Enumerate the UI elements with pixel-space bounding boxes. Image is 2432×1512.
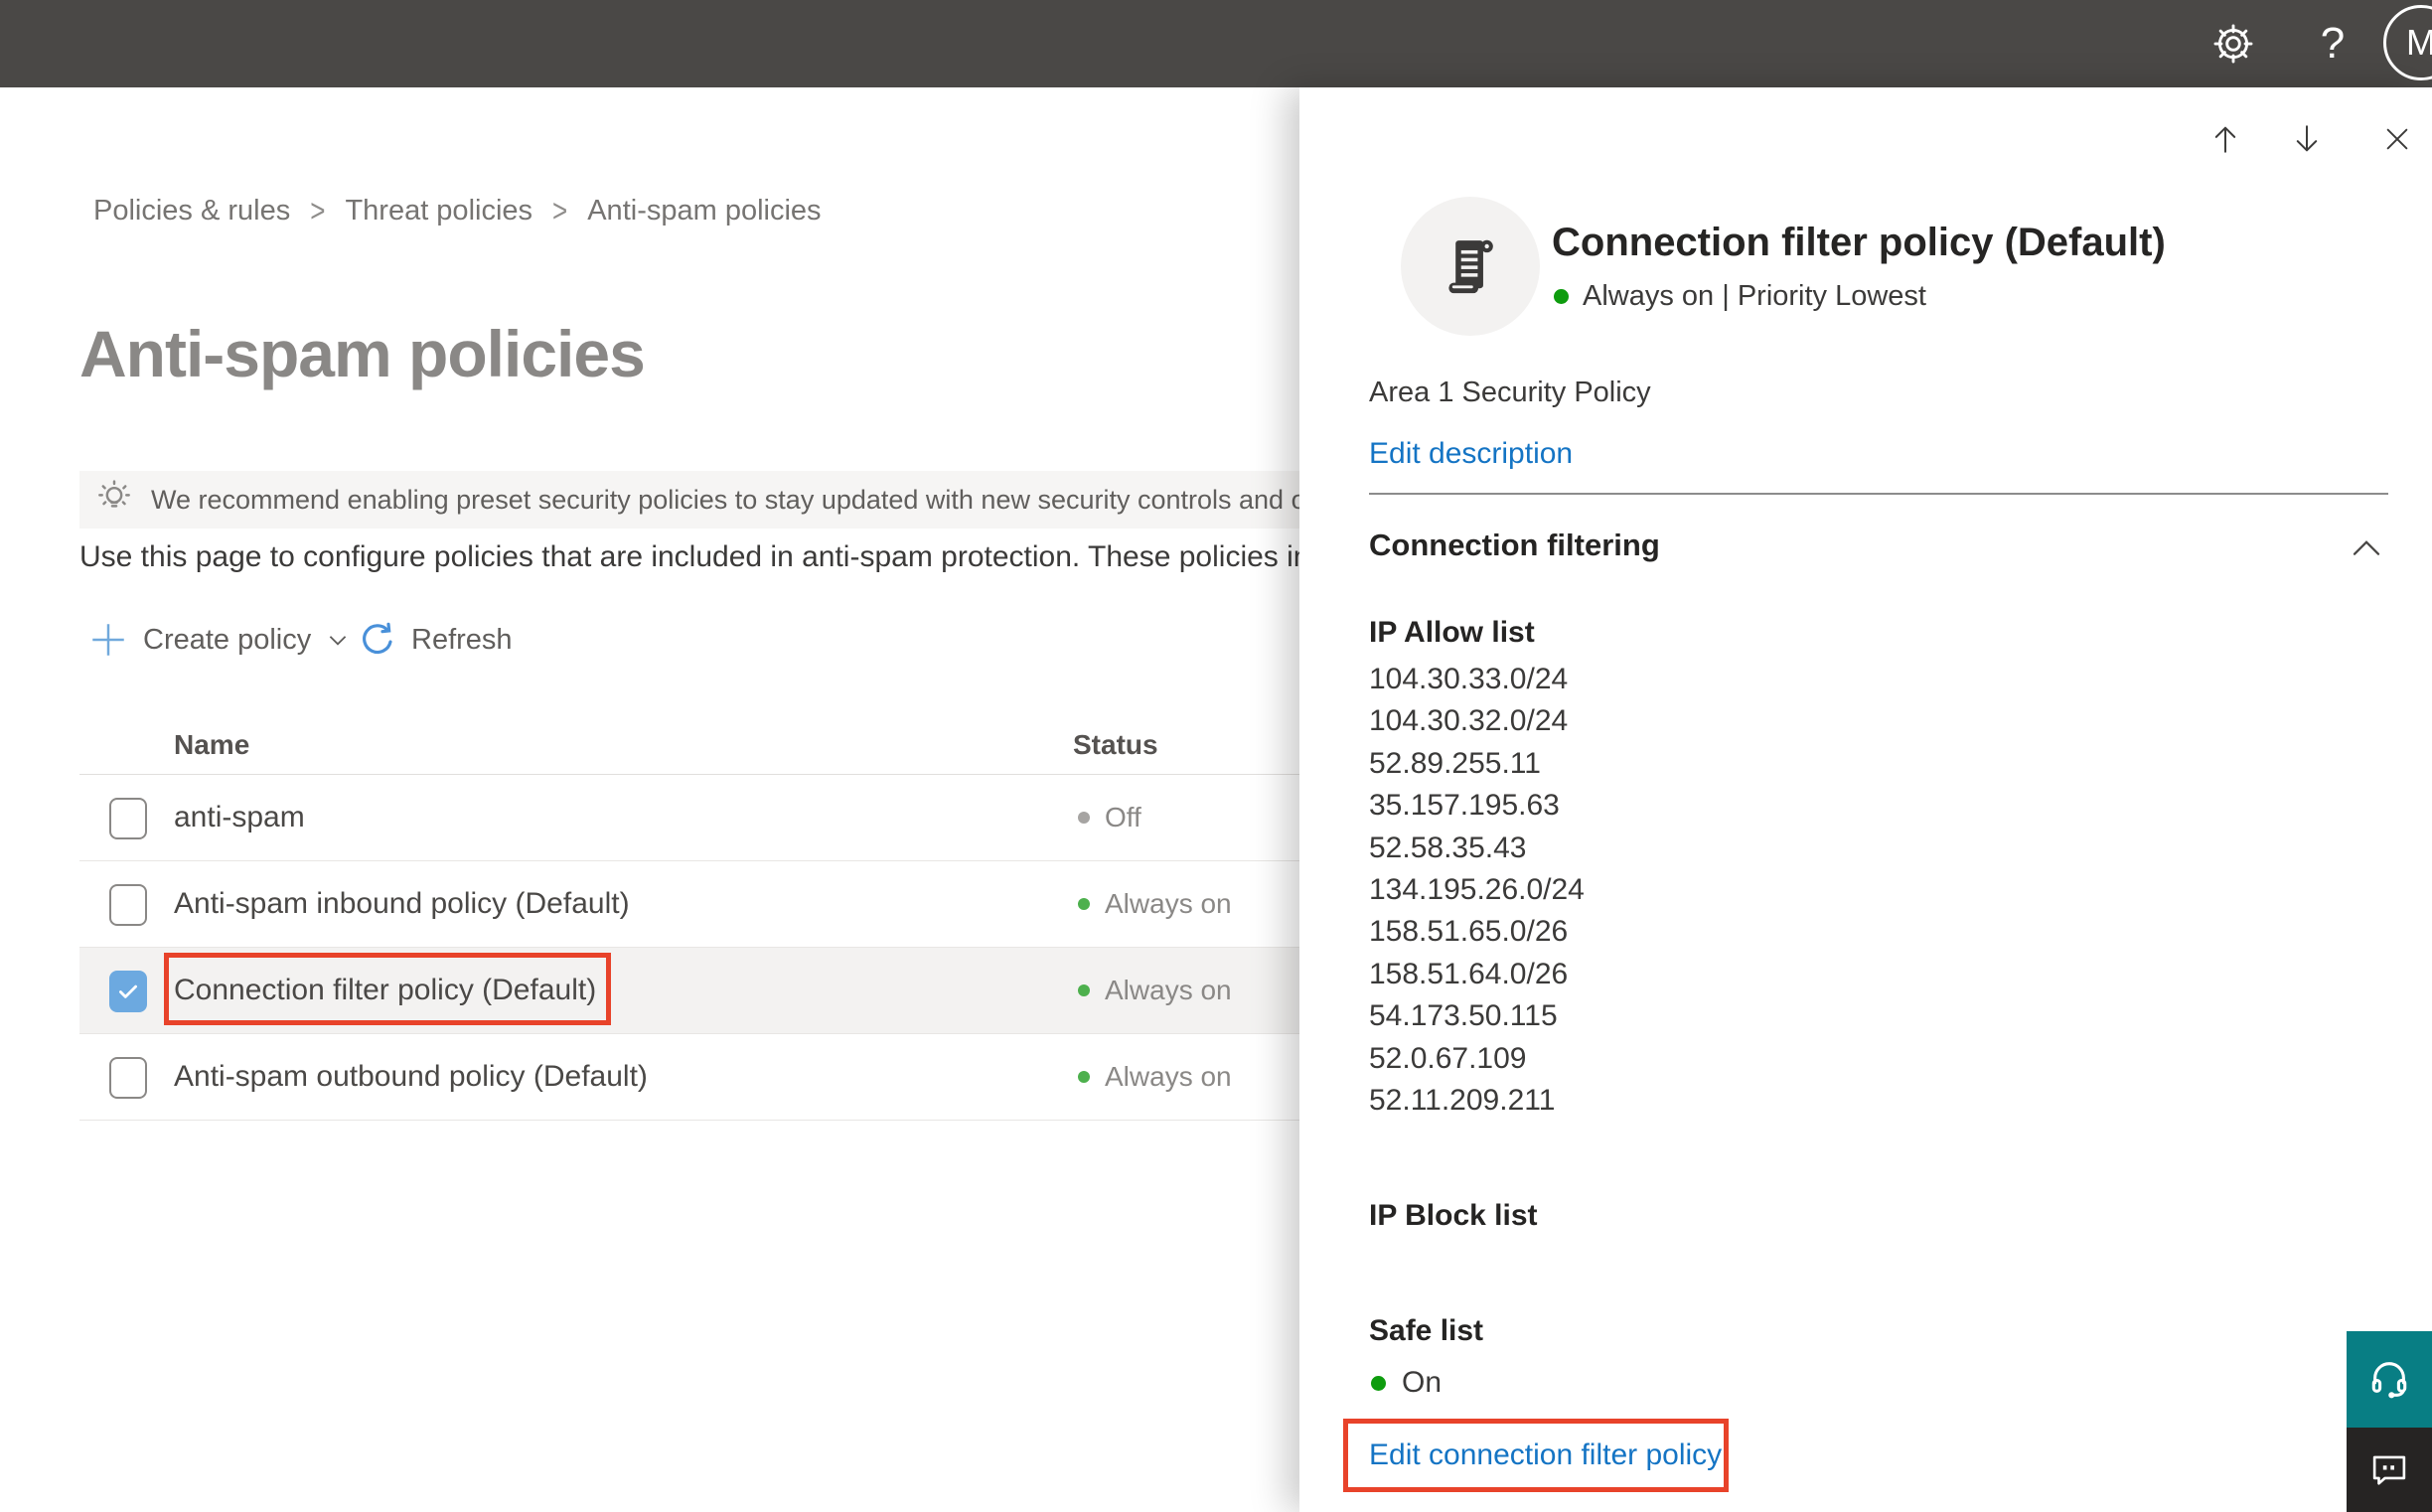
close-x-icon [2386, 128, 2408, 150]
page-description: Use this page to configure policies that… [79, 540, 1301, 573]
close-icon[interactable] [2371, 113, 2423, 165]
help-support-button[interactable] [2347, 1331, 2432, 1428]
breadcrumb-separator: > [310, 192, 326, 229]
breadcrumb-policies-rules[interactable]: Policies & rules [93, 195, 290, 227]
status-label: Off [1105, 802, 1141, 832]
refresh-label: Refresh [411, 623, 513, 656]
status-dot [1078, 984, 1090, 996]
ip-entry: 134.195.26.0/24 [1369, 873, 1585, 907]
status-label: Always on [1105, 888, 1232, 919]
details-flyout: Connection filter policy (Default) Alway… [1299, 87, 2432, 1512]
edit-description-link[interactable]: Edit description [1369, 437, 1573, 471]
plus-icon [92, 624, 124, 656]
safe-list-status: On [1402, 1366, 1443, 1399]
ip-entry: 54.173.50.115 [1369, 999, 1558, 1033]
status-label: Always on [1105, 1061, 1232, 1092]
row-checkbox[interactable] [109, 798, 147, 839]
status-dot [1554, 288, 1569, 304]
ip-allow-list-heading: IP Allow list [1369, 616, 1535, 649]
status-dot [1371, 1375, 1386, 1391]
table-row[interactable]: anti-spam Off [79, 775, 1299, 861]
avatar-initial: M [2406, 22, 2432, 63]
ip-entry: 35.157.195.63 [1369, 789, 1560, 823]
ip-allow-list: 104.30.33.0/24 104.30.32.0/24 52.89.255.11… [1369, 659, 1585, 1122]
table-header: Name Status [79, 719, 1299, 775]
column-header-status[interactable]: Status [1073, 729, 1158, 761]
flyout-status-text: Always on | Priority Lowest [1583, 279, 1926, 312]
ip-entry: 104.30.32.0/24 [1369, 704, 1569, 738]
breadcrumb: Policies & rules > Threat policies > Ant… [93, 192, 822, 229]
lightbulb-icon [93, 477, 135, 524]
move-up-button[interactable] [2200, 113, 2251, 165]
row-checkbox[interactable] [109, 884, 147, 926]
edit-connection-filter-policy-link[interactable]: Edit connection filter policy [1369, 1438, 1722, 1472]
policy-name[interactable]: Anti-spam inbound policy (Default) [174, 887, 630, 921]
divider [1369, 493, 2388, 495]
column-header-name[interactable]: Name [174, 729, 249, 761]
settings-button[interactable] [2198, 0, 2269, 87]
create-policy-label: Create policy [143, 623, 312, 656]
table-row[interactable]: Connection filter policy (Default) Alway… [79, 948, 1299, 1034]
annotation-box: Edit connection filter policy [1343, 1419, 1729, 1492]
breadcrumb-threat-policies[interactable]: Threat policies [345, 195, 532, 227]
ip-entry: 52.58.35.43 [1369, 831, 1527, 864]
row-checkbox[interactable] [109, 971, 147, 1012]
policy-name[interactable]: anti-spam [174, 801, 305, 834]
safe-list-status-line: On [1371, 1365, 1442, 1401]
ip-entry: 52.89.255.11 [1369, 746, 1541, 780]
account-avatar[interactable]: M [2383, 5, 2432, 80]
move-down-button[interactable] [2281, 113, 2333, 165]
refresh-button[interactable]: Refresh [358, 616, 513, 664]
status-dot [1078, 898, 1090, 910]
scroll-icon [1448, 239, 1493, 294]
section-connection-filtering: Connection filtering [1369, 528, 1660, 562]
top-app-bar: ? M [0, 0, 2432, 87]
flyout-status-line: Always on | Priority Lowest [1554, 278, 1926, 314]
gear-icon [2213, 24, 2253, 64]
help-button[interactable]: ? [2297, 0, 2368, 87]
headset-icon [2371, 1361, 2407, 1398]
help-icon: ? [2320, 19, 2346, 68]
arrow-up-icon [2214, 126, 2236, 153]
feedback-button[interactable] [2347, 1428, 2432, 1512]
ip-entry: 158.51.64.0/26 [1369, 957, 1569, 990]
checkmark-icon [119, 984, 137, 998]
arrow-down-icon [2296, 125, 2318, 152]
page-title: Anti-spam policies [79, 317, 646, 390]
chevron-up-icon [2353, 540, 2380, 555]
policy-name[interactable]: Connection filter policy (Default) [174, 974, 596, 1007]
table-row[interactable]: Anti-spam inbound policy (Default) Alway… [79, 861, 1299, 948]
ip-entry: 52.11.209.211 [1369, 1084, 1556, 1118]
app-root: ? M Policies & rules > Threat policies >… [0, 0, 2432, 1512]
ip-entry: 52.0.67.109 [1369, 1041, 1527, 1075]
row-checkbox[interactable] [109, 1057, 147, 1099]
ip-entry: 104.30.33.0/24 [1369, 663, 1569, 695]
policy-description: Area 1 Security Policy [1369, 377, 1651, 408]
flyout-title: Connection filter policy (Default) [1552, 221, 2166, 264]
breadcrumb-anti-spam-policies: Anti-spam policies [587, 195, 822, 227]
breadcrumb-separator: > [552, 192, 568, 229]
banner-text: We recommend enabling preset security po… [151, 484, 1301, 515]
recommendation-banner: We recommend enabling preset security po… [79, 471, 1301, 529]
chevron-down-icon [330, 636, 347, 646]
create-policy-button[interactable]: Create policy [87, 616, 351, 664]
status-dot [1078, 812, 1090, 824]
table-row[interactable]: Anti-spam outbound policy (Default) Alwa… [79, 1034, 1299, 1121]
policy-name[interactable]: Anti-spam outbound policy (Default) [174, 1060, 648, 1094]
safe-list-heading: Safe list [1369, 1314, 1484, 1347]
status-label: Always on [1105, 975, 1232, 1005]
policy-icon [1401, 197, 1540, 336]
chat-icon [2372, 1455, 2406, 1485]
status-dot [1078, 1071, 1090, 1083]
ip-entry: 158.51.65.0/26 [1369, 915, 1569, 949]
refresh-icon [363, 622, 392, 655]
ip-block-list-heading: IP Block list [1369, 1199, 1538, 1232]
collapse-section-button[interactable] [2345, 529, 2388, 565]
